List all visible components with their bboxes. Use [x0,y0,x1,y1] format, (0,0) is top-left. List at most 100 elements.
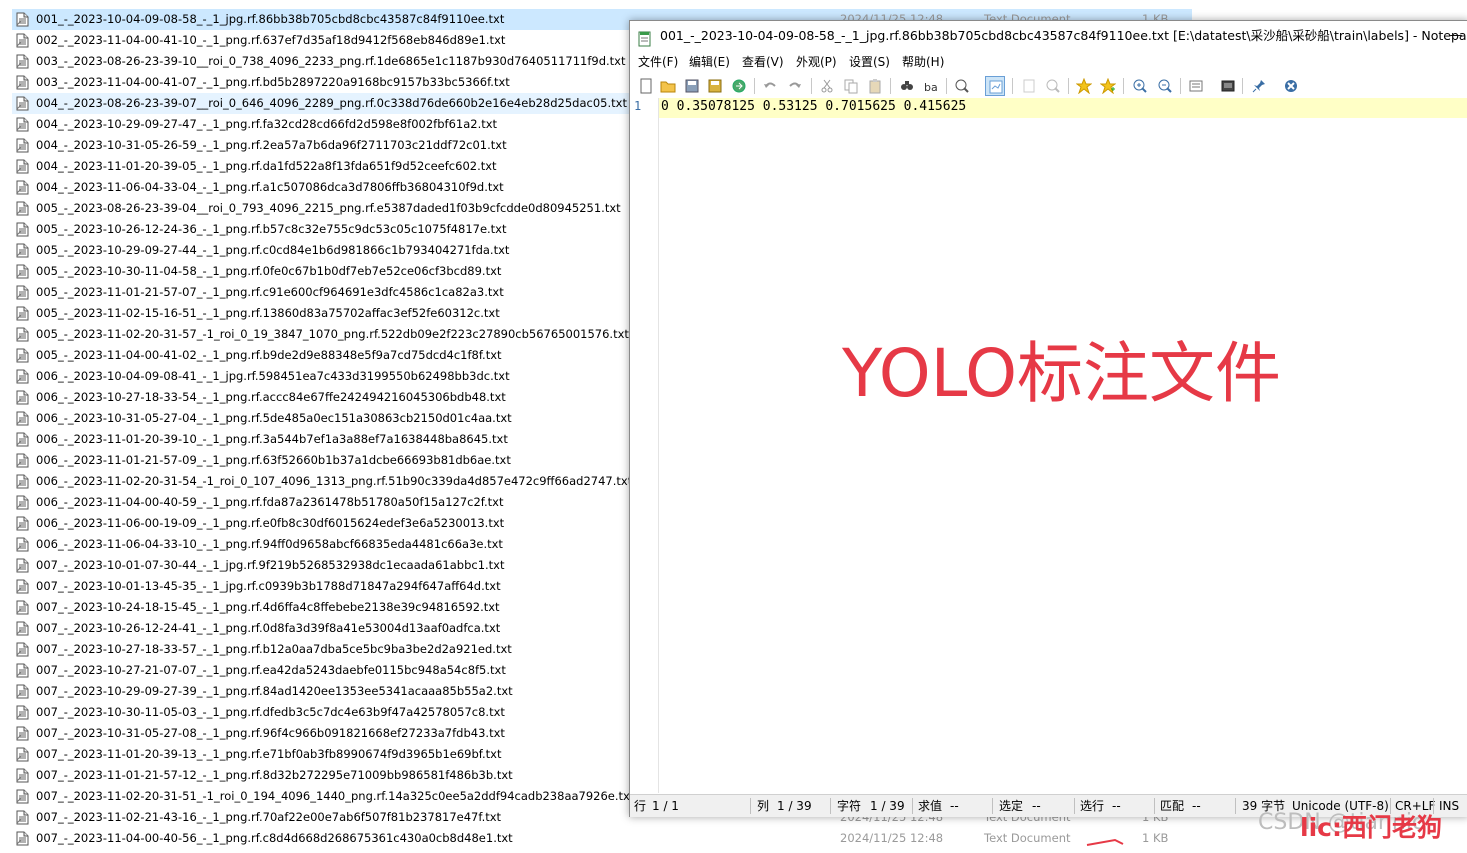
text-file-icon [16,96,29,111]
paste-button[interactable] [865,76,885,96]
save-as-button[interactable] [705,76,725,96]
author-watermark: lic:西门老狗 [1300,813,1442,842]
text-file-icon [16,390,29,405]
new-button[interactable] [636,76,656,96]
text-file-icon [16,747,29,762]
favorite-icon [1076,78,1092,94]
zoom-button[interactable] [1043,76,1063,96]
file-name: 005_-_2023-11-04-00-41-02_-_1_png.rf.b9d… [36,348,502,362]
open-icon [660,81,676,93]
file-name: 004_-_2023-11-06-04-33-04_-_1_png.rf.a1c… [36,180,504,194]
text-file-icon [16,33,29,48]
file-name: 006_-_2023-10-04-09-08-41_-_1_jpg.rf.598… [36,369,510,383]
add-favorite-button[interactable] [1098,76,1118,96]
text-file-icon [16,663,29,678]
text-file-icon [16,516,29,531]
status-line-label: 行 [634,799,647,813]
text-file-icon [16,348,29,363]
menu-file[interactable]: 文件(F) [638,51,678,73]
title-bar[interactable]: 001_-_2023-10-04-09-08-58_-_1_jpg.rf.86b… [630,21,1467,51]
text-file-icon [16,537,29,552]
copy-icon [844,79,858,94]
file-name: 006_-_2023-11-04-00-40-59_-_1_png.rf.fda… [36,495,504,509]
text-file-icon [16,201,29,216]
redo-button[interactable] [785,76,805,96]
file-name: 007_-_2023-11-02-21-43-16_-_1_png.rf.70a… [36,810,502,824]
copy-button[interactable] [841,76,861,96]
editor[interactable]: 1 0 0.35078125 0.53125 0.7015625 0.41562… [630,98,1467,793]
text-file-icon [16,306,29,321]
toolbar-separator [890,78,891,94]
replace-icon: ba [924,81,938,94]
file-name: 007_-_2023-11-01-21-57-12_-_1_png.rf.8d3… [36,768,513,782]
goto-icon [955,79,969,93]
status-sel-value: -- [1032,799,1041,813]
file-name: 004_-_2023-10-29-09-27-47_-_1_png.rf.fa3… [36,117,498,131]
file-name: 004_-_2023-10-31-05-26-59_-_1_png.rf.2ea… [36,138,507,152]
status-ins[interactable]: INS [1439,795,1459,817]
goto-button[interactable] [952,76,972,96]
close-button[interactable] [1281,76,1301,96]
cut-button[interactable] [817,76,837,96]
toolbar-separator [946,78,947,94]
toolbar-separator [1012,78,1013,94]
file-name: 006_-_2023-11-01-21-57-09_-_1_png.rf.63f… [36,453,511,467]
file-name: 007_-_2023-10-27-18-33-57_-_1_png.rf.b12… [36,642,512,656]
schema-icon [1189,80,1203,92]
toolbar-separator [1068,78,1069,94]
text-file-icon [16,621,29,636]
text-file-icon [16,117,29,132]
file-name: 007_-_2023-10-30-11-05-03_-_1_png.rf.dfe… [36,705,505,719]
close-icon [1285,80,1297,92]
customize-icon [1221,80,1235,92]
browse-button[interactable] [729,76,749,96]
line-number: 1 [634,99,642,113]
file-name: 007_-_2023-10-24-18-15-45_-_1_png.rf.4d6… [36,600,500,614]
text-file-icon [16,369,29,384]
zoom-out-icon [1158,79,1172,93]
favorite-button[interactable] [1074,76,1094,96]
menu-appearance[interactable]: 外观(P) [796,51,837,73]
current-line[interactable]: 0 0.35078125 0.53125 0.7015625 0.415625 [659,98,1467,118]
text-file-icon [16,327,29,342]
view-button[interactable] [1019,76,1039,96]
status-eval-value: -- [950,799,959,813]
file-name: 005_-_2023-10-30-11-04-58_-_1_png.rf.0fe… [36,264,502,278]
pin-button[interactable] [1249,76,1269,96]
status-char-label: 字符 [837,799,862,813]
file-content[interactable]: 0 0.35078125 0.53125 0.7015625 0.415625 [661,99,966,114]
undo-button[interactable] [760,76,780,96]
find-button[interactable] [897,76,917,96]
file-name: 001_-_2023-10-04-09-08-58_-_1_jpg.rf.86b… [36,12,505,26]
notepad-icon [638,28,652,47]
file-name: 006_-_2023-11-01-20-39-10_-_1_png.rf.3a5… [36,432,508,446]
replace-button[interactable]: ba [921,76,941,96]
minimize-button[interactable]: — [1444,21,1467,51]
paste-icon [869,79,881,94]
cut-icon [821,79,833,93]
schema-button[interactable] [1186,76,1206,96]
word-wrap-button[interactable] [985,76,1005,96]
file-name: 004_-_2023-08-26-23-39-07__roi_0_646_409… [36,96,627,110]
file-name: 007_-_2023-10-31-05-27-08_-_1_png.rf.96f… [36,726,505,740]
browse-icon [732,79,746,93]
toolbar: ba [630,74,1467,99]
notepad3-window: 001_-_2023-10-04-09-08-58_-_1_jpg.rf.86b… [629,20,1467,817]
zoom-out-button[interactable] [1155,76,1175,96]
open-button[interactable] [658,76,678,96]
file-name: 005_-_2023-10-29-09-27-44_-_1_png.rf.c0c… [36,243,510,257]
file-name: 007_-_2023-10-27-21-07-07_-_1_png.rf.ea4… [36,663,506,677]
menu-edit[interactable]: 编辑(E) [689,51,730,73]
file-name: 003_-_2023-08-26-23-39-10__roi_0_738_409… [36,54,626,68]
file-name: 006_-_2023-10-31-05-27-04_-_1_png.rf.5de… [36,411,512,425]
customize-button[interactable] [1218,76,1238,96]
save-button[interactable] [682,76,702,96]
zoom-in-button[interactable] [1130,76,1150,96]
text-file-icon [16,474,29,489]
menu-help[interactable]: 帮助(H) [902,51,944,73]
menu-settings[interactable]: 设置(S) [849,51,890,73]
arrow-icon [1086,838,1124,846]
menu-view[interactable]: 查看(V) [742,51,784,73]
text-file-icon [16,12,29,27]
overlay-caption: YOLO标注文件 [842,335,1282,412]
